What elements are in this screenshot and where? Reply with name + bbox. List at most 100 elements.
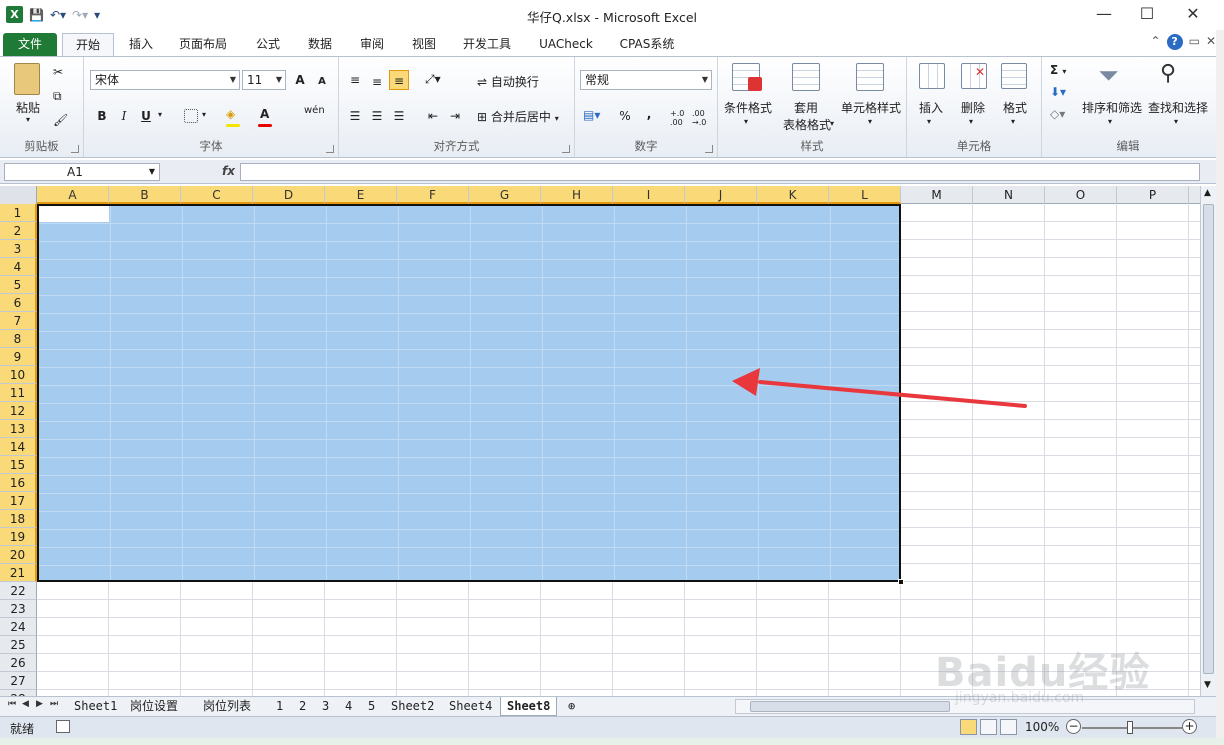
tab-insert[interactable]: 插入	[122, 33, 160, 56]
grow-font-button[interactable]: A	[290, 70, 310, 90]
sheet-tab[interactable]: 4	[339, 697, 358, 716]
number-launcher-icon[interactable]	[705, 145, 713, 153]
chevron-down-icon[interactable]: ▾	[1108, 117, 1112, 126]
increase-indent-icon[interactable]: ⇥	[445, 106, 465, 126]
page-break-view-icon[interactable]	[1000, 719, 1017, 735]
format-painter-icon[interactable]: 🖌	[53, 113, 68, 127]
zoom-slider-knob[interactable]	[1127, 721, 1133, 734]
comma-style-button[interactable]: ,	[639, 104, 659, 124]
sheet-tab[interactable]: 1	[270, 697, 289, 716]
name-box[interactable]: A1 ▼	[4, 163, 160, 181]
align-left-icon[interactable]: ☰	[345, 106, 365, 126]
underline-dropdown-icon[interactable]: ▾	[158, 110, 162, 119]
sheet-tab[interactable]: 岗位设置	[124, 697, 184, 716]
chevron-down-icon[interactable]: ▾	[1011, 117, 1015, 126]
bold-button[interactable]: B	[92, 106, 112, 126]
increase-decimal-button[interactable]: +.0 .00	[670, 109, 692, 127]
tab-home[interactable]: 开始	[62, 33, 114, 56]
borders-dropdown-icon[interactable]: ▾	[202, 110, 206, 119]
vertical-scroll-thumb[interactable]	[1203, 204, 1214, 674]
clear-icon[interactable]: ◇▾	[1050, 107, 1065, 121]
font-size-combo[interactable]: 11 ▼	[242, 70, 286, 90]
font-launcher-icon[interactable]	[326, 145, 334, 153]
italic-button[interactable]: I	[114, 106, 134, 126]
fill-icon[interactable]: ⬇▾	[1050, 85, 1066, 99]
align-top-icon[interactable]: ≡	[345, 70, 365, 90]
insert-sheet-icon[interactable]: ⊕	[562, 697, 581, 716]
chevron-down-icon[interactable]: ▾	[927, 117, 931, 126]
font-name-combo[interactable]: 宋体 ▼	[90, 70, 240, 90]
shrink-font-button[interactable]: A	[312, 72, 332, 92]
zoom-level[interactable]: 100%	[1025, 720, 1059, 734]
next-sheet-icon[interactable]: ▶	[36, 699, 43, 709]
align-bottom-icon[interactable]: ≡	[389, 70, 409, 90]
sheet-tab[interactable]: 岗位列表	[197, 697, 257, 716]
format-cells-button[interactable]: 格式	[995, 99, 1035, 116]
clipboard-launcher-icon[interactable]	[71, 145, 79, 153]
copy-icon[interactable]: ⧉	[53, 89, 62, 104]
zoom-out-button[interactable]: −	[1066, 719, 1081, 734]
chevron-down-icon[interactable]: ▾	[1174, 117, 1178, 126]
sheet-tab[interactable]: Sheet8	[500, 697, 558, 716]
tab-uacheck[interactable]: UACheck	[532, 33, 600, 56]
zoom-in-button[interactable]: +	[1182, 719, 1197, 734]
prev-sheet-icon[interactable]: ◀	[22, 699, 29, 709]
tab-formulas[interactable]: 公式	[248, 33, 288, 56]
paste-button[interactable]: 粘贴	[8, 99, 48, 116]
tab-developer[interactable]: 开发工具	[456, 33, 518, 56]
decrease-decimal-button[interactable]: .00 →.0	[692, 109, 714, 127]
alignment-launcher-icon[interactable]	[562, 145, 570, 153]
chevron-down-icon[interactable]: ▾	[969, 117, 973, 126]
first-sheet-icon[interactable]: ⏮	[8, 699, 16, 709]
minimize-button[interactable]: —	[1094, 4, 1114, 23]
sheet-tab[interactable]: 5	[362, 697, 381, 716]
tab-view[interactable]: 视图	[404, 33, 444, 56]
insert-cells-button[interactable]: 插入	[911, 99, 951, 116]
tab-data[interactable]: 数据	[300, 33, 340, 56]
number-format-combo[interactable]: 常规 ▼	[580, 70, 712, 90]
insert-function-icon[interactable]: fx	[222, 164, 235, 178]
paste-icon[interactable]	[14, 63, 40, 95]
close-workbook-icon[interactable]: ✕	[1206, 34, 1216, 50]
align-middle-icon[interactable]: ≡	[367, 72, 387, 92]
macro-record-icon[interactable]	[56, 720, 70, 733]
paste-dropdown-icon[interactable]: ▾	[26, 115, 30, 124]
format-as-table-label[interactable]: 表格格式	[776, 116, 838, 133]
accounting-format-icon[interactable]: ▤▾	[583, 108, 600, 122]
sheet-tab[interactable]: 2	[293, 697, 312, 716]
close-button[interactable]: ✕	[1183, 4, 1203, 23]
align-center-icon[interactable]: ☰	[367, 106, 387, 126]
decrease-indent-icon[interactable]: ⇤	[423, 106, 443, 126]
sheet-tab[interactable]: Sheet1	[68, 697, 123, 716]
tab-page-layout[interactable]: 页面布局	[172, 33, 234, 56]
sheet-tab[interactable]: Sheet4	[443, 697, 498, 716]
scroll-down-icon[interactable]: ▼	[1204, 680, 1211, 690]
phonetic-guide-icon[interactable]: wén	[304, 105, 325, 116]
percent-button[interactable]: %	[615, 106, 635, 126]
tab-review[interactable]: 审阅	[352, 33, 392, 56]
chevron-down-icon[interactable]: ▾	[744, 117, 748, 126]
wrap-text-button[interactable]: ⇌ 自动换行	[477, 73, 539, 90]
cell-styles-button[interactable]: 单元格样式	[838, 99, 904, 116]
horizontal-scroll-thumb[interactable]	[750, 701, 950, 712]
conditional-format-button[interactable]: 条件格式	[720, 99, 776, 116]
fill-color-icon[interactable]: ◈	[226, 107, 235, 121]
format-as-table-button[interactable]: 套用	[782, 99, 830, 116]
align-right-icon[interactable]: ☰	[389, 106, 409, 126]
font-color-icon[interactable]: A	[260, 107, 269, 121]
restore-window-icon[interactable]: ▭	[1189, 34, 1200, 50]
scroll-up-icon[interactable]: ▲	[1204, 188, 1211, 198]
formula-input[interactable]	[240, 163, 1200, 181]
chevron-down-icon[interactable]: ▾	[830, 119, 834, 128]
sheet-tab[interactable]: Sheet2	[385, 697, 440, 716]
underline-button[interactable]: U	[136, 106, 156, 126]
maximize-button[interactable]: ☐	[1137, 4, 1157, 23]
last-sheet-icon[interactable]: ⏭	[50, 699, 58, 709]
sheet-tab[interactable]: 3	[316, 697, 335, 716]
tab-cpas[interactable]: CPAS系统	[612, 33, 682, 56]
help-icon[interactable]: ?	[1166, 34, 1183, 50]
orientation-icon[interactable]: ⤢▾	[425, 72, 441, 87]
delete-cells-button[interactable]: 删除	[953, 99, 993, 116]
find-select-button[interactable]: 查找和选择	[1144, 99, 1212, 116]
collapse-ribbon-icon[interactable]: ⌃	[1151, 34, 1161, 50]
